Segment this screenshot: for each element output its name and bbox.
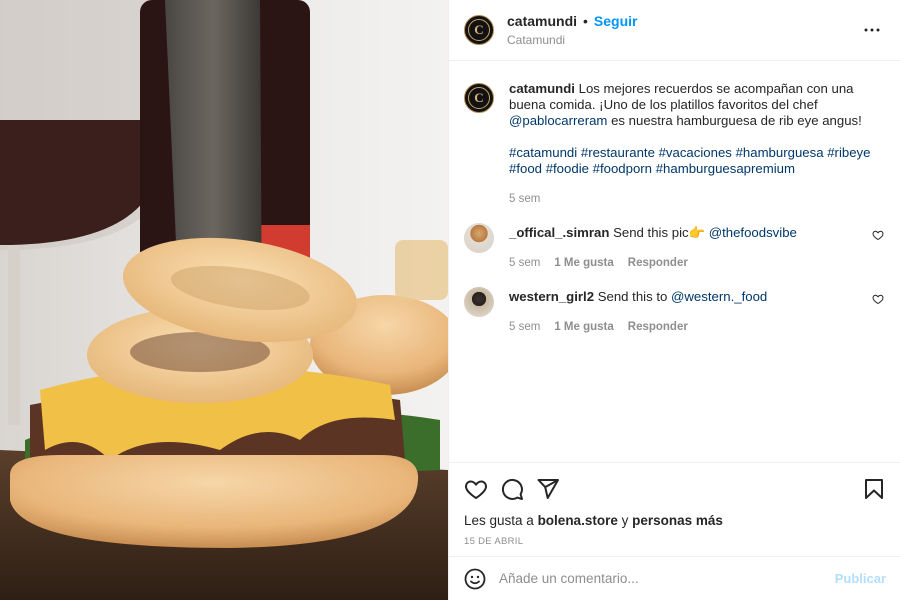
comment-input[interactable] xyxy=(499,571,835,586)
comment-item: western_girl2 Send this to @western._foo… xyxy=(464,287,884,335)
post-header: C catamundi • Seguir Catamundi xyxy=(449,0,900,61)
more-options-button[interactable] xyxy=(860,18,884,42)
comment-username[interactable]: _offical_.simran xyxy=(509,225,609,240)
caption-hashtags: #catamundi #restaurante #vacaciones #ham… xyxy=(509,145,881,177)
more-horizontal-icon xyxy=(864,28,880,32)
caption-meta: 5 sem xyxy=(509,191,881,207)
follow-button[interactable]: Seguir xyxy=(594,13,638,29)
comment-username[interactable]: western_girl2 xyxy=(509,289,594,304)
likes-summary: Les gusta a bolena.store y personas más xyxy=(464,513,884,528)
comment-icon[interactable] xyxy=(500,477,524,501)
comment-time[interactable]: 5 sem xyxy=(509,319,540,335)
hashtag[interactable]: #food xyxy=(509,161,542,176)
comment-text: Send this pic👉 xyxy=(609,225,709,240)
hashtag[interactable]: #foodporn xyxy=(593,161,652,176)
caption-username[interactable]: catamundi xyxy=(509,81,575,96)
hashtag[interactable]: #foodie xyxy=(546,161,589,176)
caption-time[interactable]: 5 sem xyxy=(509,191,540,207)
likes-user[interactable]: bolena.store xyxy=(538,513,618,528)
header-text: catamundi • Seguir Catamundi xyxy=(507,12,860,49)
hashtag[interactable]: #ribeye xyxy=(827,145,870,160)
comment-text: Send this to xyxy=(594,289,672,304)
action-icons xyxy=(464,477,884,501)
bookmark-icon[interactable] xyxy=(862,477,886,501)
hashtag[interactable]: #hamburguesapremium xyxy=(656,161,795,176)
hashtag[interactable]: #catamundi xyxy=(509,145,577,160)
post-actions: Les gusta a bolena.store y personas más … xyxy=(449,462,900,556)
avatar[interactable] xyxy=(464,223,494,253)
publish-button[interactable]: Publicar xyxy=(835,571,886,586)
reply-button[interactable]: Responder xyxy=(628,319,688,335)
share-icon[interactable] xyxy=(536,477,560,501)
caption-mention[interactable]: @pablocarreram xyxy=(509,113,607,128)
caption: C catamundi Los mejores recuerdos se aco… xyxy=(464,81,884,207)
likes-mid: y xyxy=(617,513,633,528)
emoji-icon[interactable] xyxy=(463,567,487,591)
comment-body: _offical_.simran Send this pic👉 @thefood… xyxy=(509,225,881,271)
header-username[interactable]: catamundi xyxy=(507,13,577,29)
heart-icon[interactable] xyxy=(872,293,884,305)
post-photo[interactable] xyxy=(0,0,448,600)
likes-others[interactable]: personas más xyxy=(632,513,723,528)
instagram-post: C catamundi • Seguir Catamundi C catamun… xyxy=(0,0,900,600)
logo-icon: C xyxy=(468,87,490,109)
caption-body: catamundi Los mejores recuerdos se acomp… xyxy=(509,81,881,207)
reply-button[interactable]: Responder xyxy=(628,255,688,271)
comment-mention[interactable]: @western._food xyxy=(671,289,767,304)
post-side-panel: C catamundi • Seguir Catamundi C catamun… xyxy=(448,0,900,600)
hashtag[interactable]: #hamburguesa xyxy=(736,145,824,160)
comment-body: western_girl2 Send this to @western._foo… xyxy=(509,289,881,335)
comment-item: _offical_.simran Send this pic👉 @thefood… xyxy=(464,223,884,271)
burger-photo-illustration xyxy=(0,0,448,600)
avatar[interactable] xyxy=(464,287,494,317)
header-subtitle: Catamundi xyxy=(507,32,566,47)
comment-time[interactable]: 5 sem xyxy=(509,255,540,271)
comment-likes[interactable]: 1 Me gusta xyxy=(554,319,613,335)
hashtag[interactable]: #vacaciones xyxy=(659,145,732,160)
avatar[interactable]: C xyxy=(464,15,494,45)
logo-icon: C xyxy=(468,19,490,41)
header-separator: • xyxy=(583,12,588,29)
comments-section: C catamundi Los mejores recuerdos se aco… xyxy=(449,61,900,462)
caption-text-2: es nuestra hamburguesa de rib eye angus! xyxy=(607,113,862,128)
heart-icon[interactable] xyxy=(872,229,884,241)
post-date[interactable]: 15 DE ABRIL xyxy=(464,536,884,547)
likes-prefix: Les gusta a xyxy=(464,513,538,528)
comment-likes[interactable]: 1 Me gusta xyxy=(554,255,613,271)
heart-icon[interactable] xyxy=(464,477,488,501)
comment-meta: 5 sem 1 Me gusta Responder xyxy=(509,255,881,271)
comment-mention[interactable]: @thefoodsvibe xyxy=(709,225,797,240)
caption-avatar[interactable]: C xyxy=(464,83,494,113)
comment-meta: 5 sem 1 Me gusta Responder xyxy=(509,319,881,335)
comment-composer: Publicar xyxy=(449,556,900,600)
hashtag[interactable]: #restaurante xyxy=(581,145,655,160)
